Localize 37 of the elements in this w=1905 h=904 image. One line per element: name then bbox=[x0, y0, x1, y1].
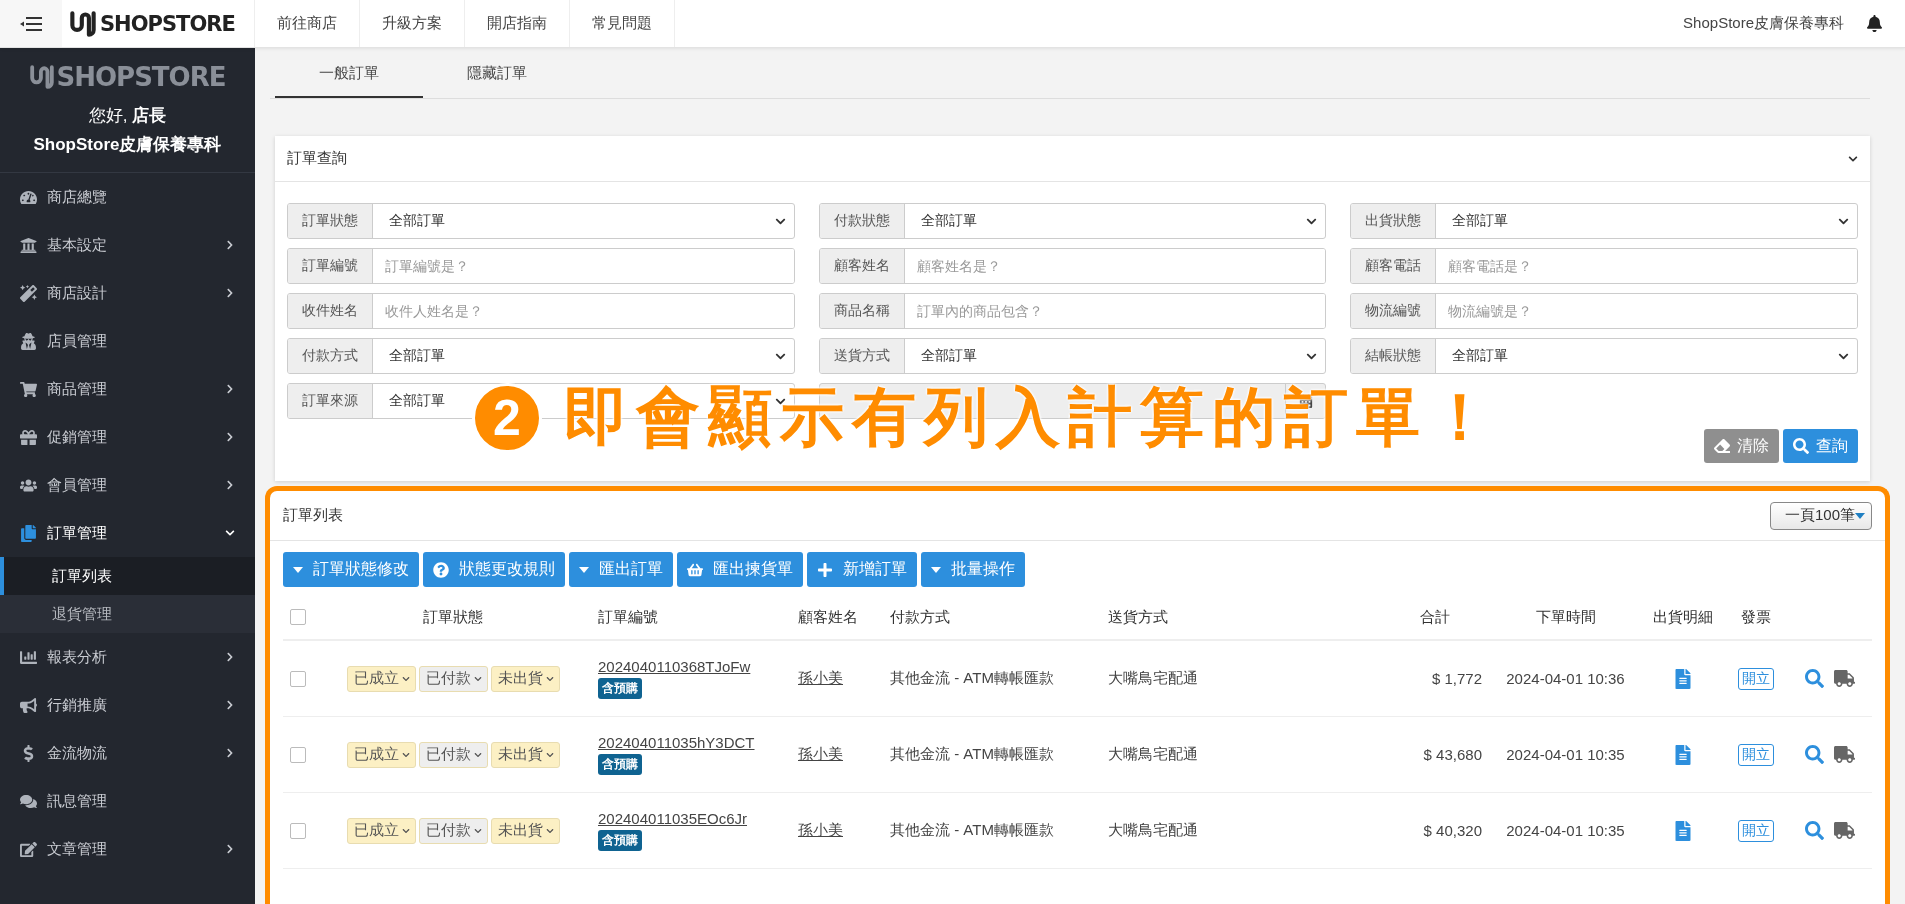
table-cell: 2024-04-01 10:35 bbox=[1506, 746, 1625, 763]
table-cell-text: 大嘴鳥宅配通 bbox=[1107, 745, 1198, 764]
field-label: 收件姓名 bbox=[288, 294, 373, 328]
field-label: 顧客姓名 bbox=[819, 249, 905, 283]
panel-title: 訂單查詢 bbox=[287, 149, 347, 168]
column-header: 下單時間 bbox=[1535, 607, 1596, 627]
store-name: ShopStore皮膚保養專科 bbox=[1683, 14, 1844, 33]
column-header: 送貨方式 bbox=[1107, 607, 1168, 627]
table-cell-text: 大嘴鳥宅配通 bbox=[1107, 821, 1198, 840]
table-cell-text: 大嘴鳥宅配通 bbox=[1107, 669, 1198, 688]
column-header: 顧客姓名 bbox=[798, 607, 858, 627]
field-label: 商品名稱 bbox=[819, 294, 905, 328]
table-cell: 2024-04-01 10:36 bbox=[1506, 670, 1625, 687]
field-label: 物流編號 bbox=[1351, 294, 1437, 328]
table-cell-text: 其他金流 - ATM轉帳匯款 bbox=[889, 669, 1054, 688]
preorder-tag: 含預購 bbox=[598, 754, 642, 775]
column-header: 發票 bbox=[1740, 607, 1771, 627]
table-cell-text: $ 43,680 bbox=[1423, 746, 1483, 763]
column-header: 合計 bbox=[1420, 607, 1451, 627]
table-cell: 2024-04-01 10:35 bbox=[1506, 822, 1625, 839]
table-cell-text: $ 1,772 bbox=[1431, 670, 1483, 687]
table-cell-text: $ 40,320 bbox=[1423, 822, 1483, 839]
column-header: 付款方式 bbox=[889, 607, 950, 627]
column-header: 訂單編號 bbox=[597, 607, 658, 627]
column-header: 訂單狀態 bbox=[423, 607, 483, 627]
preorder-tag: 含預購 bbox=[598, 678, 642, 699]
preorder-tag: 含預購 bbox=[598, 830, 642, 851]
table-cell-text: 其他金流 - ATM轉帳匯款 bbox=[889, 745, 1054, 764]
column-header: 出貨明細 bbox=[1653, 607, 1713, 627]
store-name: ShopStore皮膚保養專科 bbox=[33, 134, 222, 156]
greeting-text: 您好, 店長 bbox=[88, 105, 167, 127]
field-label: 顧客電話 bbox=[1351, 249, 1437, 283]
sidebar-logo-text: SHOPSTORE bbox=[56, 62, 226, 92]
panel-title: 訂單列表 bbox=[283, 506, 343, 525]
table-cell-text: 其他金流 - ATM轉帳匯款 bbox=[889, 821, 1054, 840]
brand-logo-text: SHOPSTORE bbox=[100, 11, 235, 36]
field-label: 訂單編號 bbox=[288, 249, 373, 283]
